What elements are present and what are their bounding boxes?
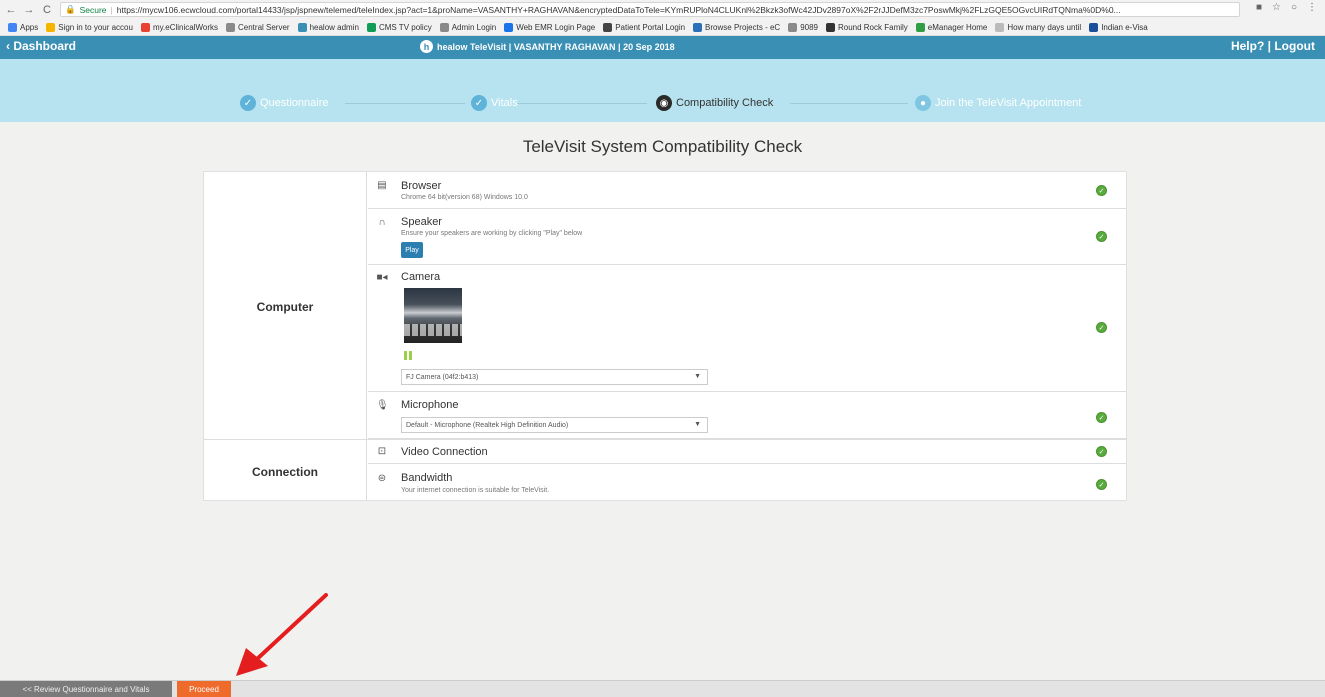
bookmark-item[interactable]: eManager Home — [915, 22, 987, 32]
star-icon[interactable]: ☆ — [1272, 2, 1281, 13]
bookmark-favicon-icon — [8, 22, 17, 32]
bookmark-favicon-icon — [915, 22, 925, 32]
camera-preview — [404, 288, 462, 343]
bookmark-favicon-icon — [46, 22, 56, 32]
bookmark-item[interactable]: Central Server — [226, 22, 290, 32]
dashboard-link[interactable]: ‹ Dashboard — [6, 39, 76, 53]
step-questionnaire: ✓ Questionnaire — [240, 95, 329, 111]
check-circle-icon: ✓ — [471, 95, 487, 111]
step-connector — [790, 103, 908, 104]
check-ok-icon: ✓ — [1096, 446, 1107, 457]
check-ok-icon: ✓ — [1096, 412, 1107, 423]
chevron-down-icon: ▼ — [694, 373, 701, 380]
camera-level-indicator — [404, 351, 413, 360]
headphones-icon: ∩ — [378, 217, 386, 228]
bookmark-item[interactable]: Admin Login — [439, 22, 496, 32]
bookmark-item[interactable]: Patient Portal Login — [603, 22, 685, 32]
bookmark-favicon-icon — [1089, 22, 1099, 32]
bookmark-item[interactable]: Sign in to your accou — [46, 22, 133, 32]
step-join-televisit: ● Join the TeleVisit Appointment — [915, 95, 1081, 111]
menu-icon[interactable]: ⋮ — [1307, 2, 1317, 13]
check-ok-icon: ✓ — [1096, 185, 1107, 196]
browser-actions: ■ ☆ ○ ⋮ — [1256, 2, 1317, 13]
bookmark-favicon-icon — [439, 22, 449, 32]
bookmark-item[interactable]: my.eClinicalWorks — [140, 22, 218, 32]
group-column — [203, 171, 367, 501]
browser-window-icon: ▤ — [377, 180, 387, 191]
bookmark-item[interactable]: 9089 — [788, 22, 818, 32]
bookmark-item[interactable]: Indian e-Visa — [1089, 22, 1148, 32]
compatibility-icon: ◉ — [656, 95, 672, 111]
bookmark-favicon-icon — [693, 22, 703, 32]
lock-icon: 🔒 — [65, 4, 76, 14]
bookmark-item[interactable]: healow admin — [297, 22, 359, 32]
check-row-speaker: ∩ Speaker Ensure your speakers are worki… — [368, 209, 1127, 265]
microphone-icon: 🎙 — [376, 400, 389, 411]
check-ok-icon: ✓ — [1096, 231, 1107, 242]
bookmark-favicon-icon — [297, 22, 307, 32]
check-row-microphone: 🎙 Microphone Default - Microphone (Realt… — [368, 392, 1127, 439]
microphone-select[interactable]: Default - Microphone (Realtek High Defin… — [401, 417, 708, 433]
check-row-browser: ▤ Browser Chrome 64 bit(version 68) Wind… — [368, 172, 1127, 209]
bookmark-favicon-icon — [226, 22, 235, 32]
step-vitals: ✓ Vitals — [471, 95, 518, 111]
help-link[interactable]: Help? — [1231, 39, 1264, 53]
header-title: h healow TeleVisit | VASANTHY RAGHAVAN |… — [420, 40, 675, 53]
bookmark-item[interactable]: Apps — [8, 22, 38, 32]
chevron-down-icon: ▼ — [694, 421, 701, 428]
video-connection-icon: ⊡ — [377, 446, 387, 457]
step-compatibility-check: ◉ Compatibility Check — [656, 95, 773, 111]
url-text: https://mycw106.ecwcloud.com/portal14433… — [116, 4, 1121, 15]
bookmark-favicon-icon — [788, 22, 798, 32]
camera-select[interactable]: FJ Camera (04f2:b413) ▼ — [401, 369, 708, 385]
gauge-icon: ⊜ — [377, 473, 387, 484]
bookmark-favicon-icon — [825, 22, 835, 32]
check-circle-icon: ✓ — [240, 95, 256, 111]
review-button[interactable]: << Review Questionnaire and Vitals — [0, 681, 172, 697]
play-button[interactable]: Play — [401, 242, 423, 258]
steps-bar — [0, 59, 1325, 122]
step-connector — [345, 103, 465, 104]
healow-logo-icon: h — [420, 40, 433, 53]
extension-icon[interactable]: ○ — [1291, 2, 1297, 13]
url-bar[interactable]: 🔒 Secure | https://mycw106.ecwcloud.com/… — [60, 2, 1240, 17]
video-camera-icon: ■◂ — [376, 272, 388, 283]
check-row-video-connection: ⊡ Video Connection ✓ — [368, 440, 1127, 464]
bookmark-item[interactable]: Web EMR Login Page — [504, 22, 595, 32]
bookmark-favicon-icon — [366, 22, 376, 32]
bookmark-item[interactable]: How many days until — [995, 22, 1081, 32]
check-row-camera: ■◂ Camera FJ Camera (04f2:b413) ▼ ✓ — [368, 265, 1127, 392]
bookmark-favicon-icon — [504, 22, 514, 32]
group-label-connection: Connection — [252, 465, 318, 479]
check-ok-icon: ✓ — [1096, 322, 1107, 333]
bookmark-item[interactable]: CMS TV policy — [366, 22, 432, 32]
back-icon[interactable]: ← — [4, 4, 18, 16]
proceed-button[interactable]: Proceed — [177, 681, 231, 697]
bookmark-item[interactable]: Round Rock Family — [825, 22, 908, 32]
bookmarks-bar: Apps Sign in to your accou my.eClinicalWor… — [0, 19, 1325, 36]
group-label-computer: Computer — [256, 300, 314, 314]
reload-icon[interactable]: C — [40, 4, 54, 16]
forward-icon[interactable]: → — [22, 4, 36, 16]
check-row-bandwidth: ⊜ Bandwidth Your internet connection is … — [368, 464, 1127, 500]
bookmark-item[interactable]: Browse Projects - eC — [693, 22, 780, 32]
camera-indicator-icon[interactable]: ■ — [1256, 2, 1262, 13]
chat-bubble-icon: ● — [915, 95, 931, 111]
check-ok-icon: ✓ — [1096, 479, 1107, 490]
header-actions: Help? | Logout — [1230, 39, 1315, 53]
red-arrow-annotation — [236, 593, 328, 676]
page-title: TeleVisit System Compatibility Check — [522, 137, 803, 156]
step-connector — [517, 103, 647, 104]
logout-link[interactable]: Logout — [1274, 39, 1315, 53]
bookmark-favicon-icon — [603, 22, 613, 32]
secure-label: Secure — [79, 4, 107, 15]
bookmark-favicon-icon — [140, 22, 150, 32]
bookmark-favicon-icon — [995, 22, 1005, 32]
